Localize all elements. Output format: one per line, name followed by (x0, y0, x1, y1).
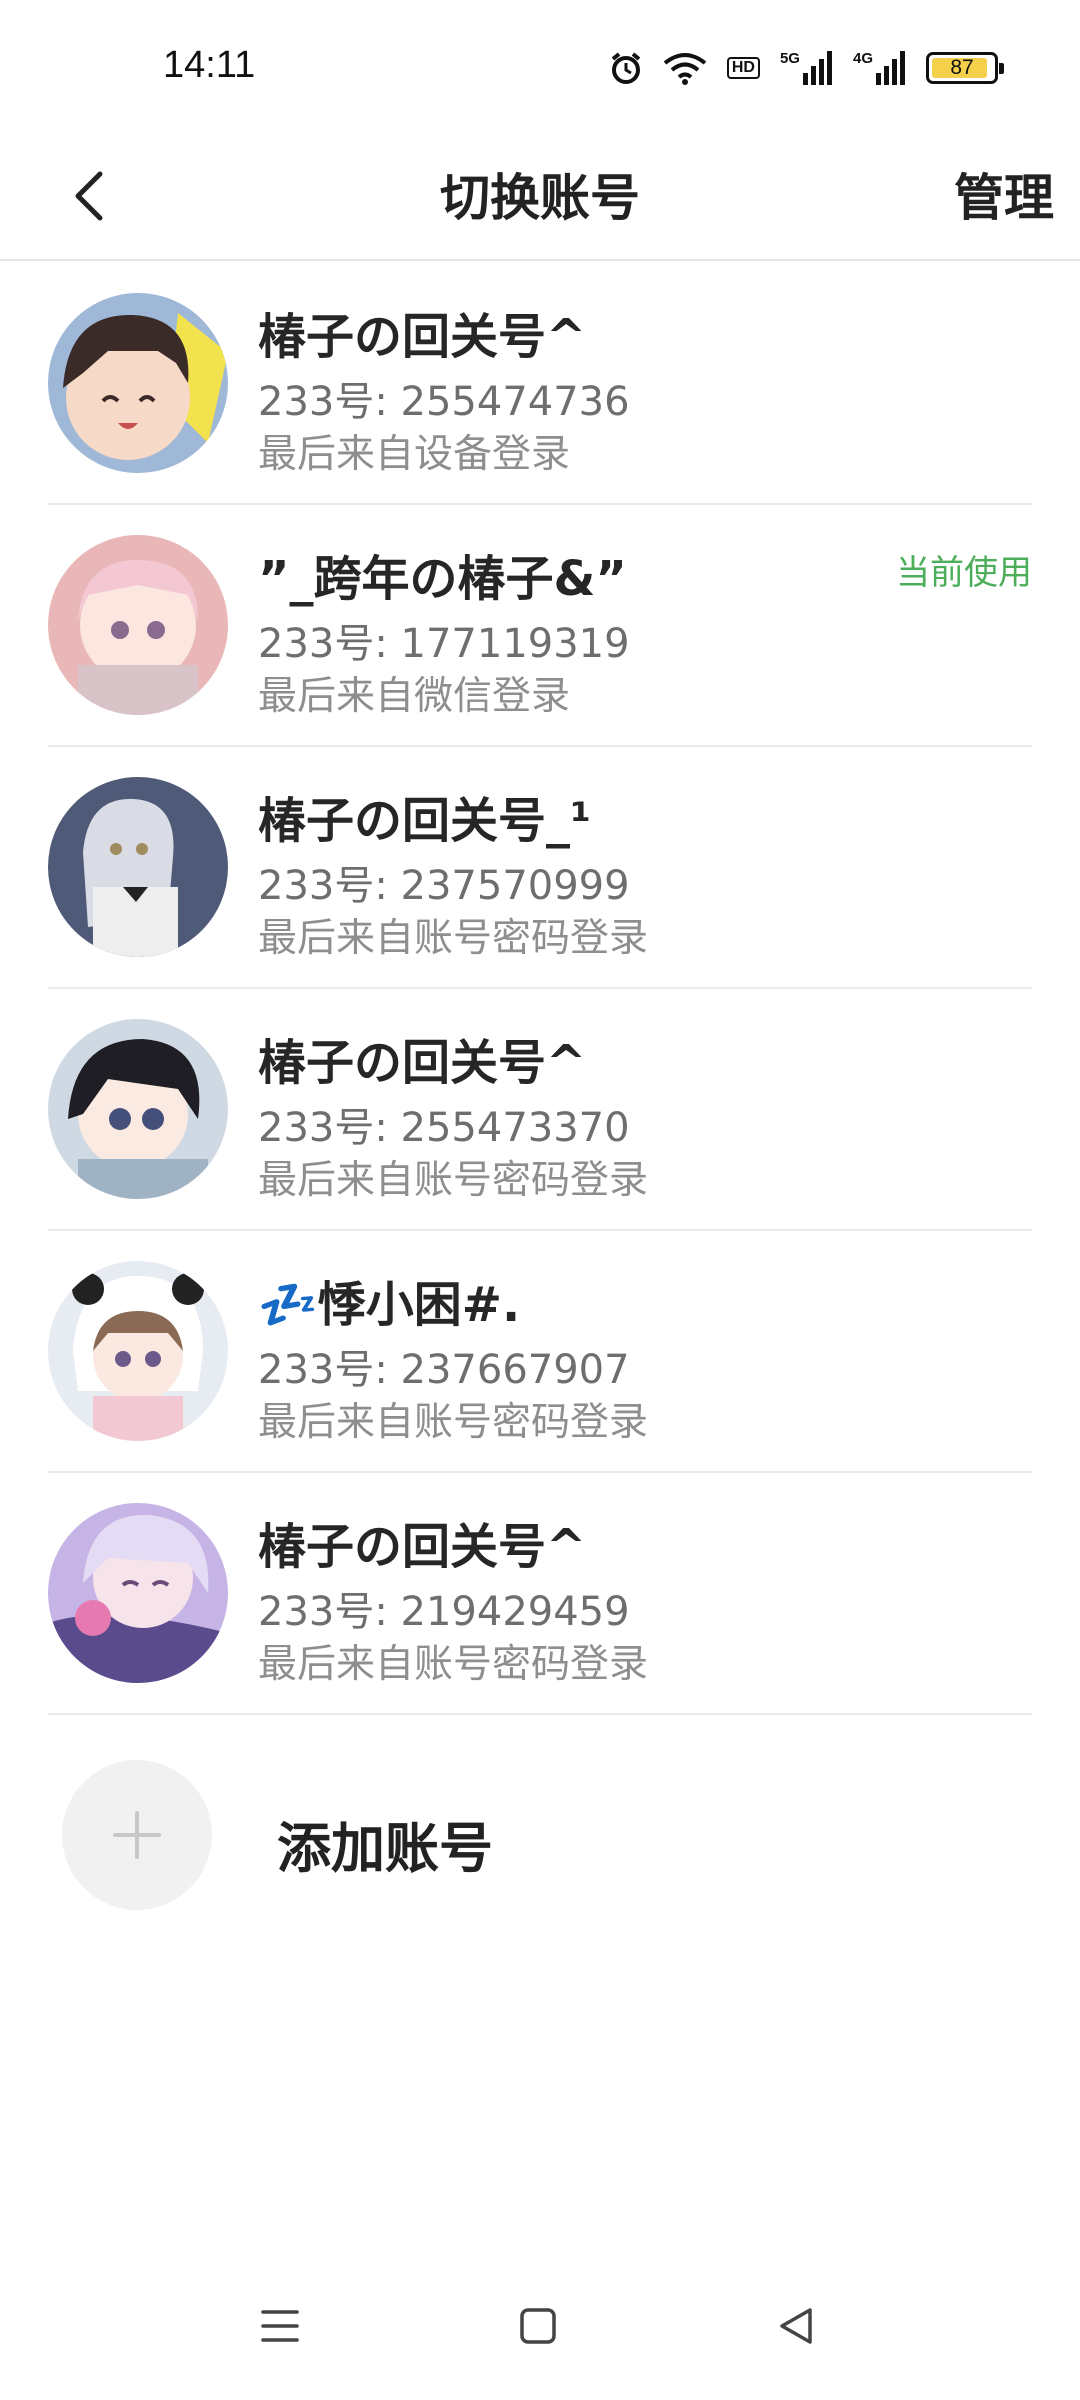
signal-bars-icon (876, 51, 905, 85)
avatar (48, 535, 228, 715)
add-account-circle (62, 1760, 212, 1910)
account-login-method: 最后来自账号密码登录 (258, 916, 649, 961)
triangle-back-icon (780, 2308, 812, 2344)
avatar (48, 1019, 228, 1199)
header: 切换账号 管理 (0, 130, 1080, 261)
battery-text: 87 (950, 56, 974, 79)
account-name: 椿子の回关号_¹ (258, 793, 592, 849)
manage-button[interactable]: 管理 (954, 158, 1054, 230)
account-id: 233号: 177119319 (258, 621, 630, 667)
account-login-method: 最后来自账号密码登录 (258, 1158, 649, 1203)
account-row[interactable]: 椿子の回关号^ 233号: 255474736 最后来自设备登录 (0, 263, 1080, 505)
account-list: 椿子の回关号^ 233号: 255474736 最后来自设备登录 ”_跨年の椿子… (0, 263, 1080, 1715)
hd-badge: HD (726, 57, 760, 79)
account-id: 233号: 237667907 (258, 1347, 630, 1393)
menu-icon (261, 2310, 299, 2342)
add-account-button[interactable]: 添加账号 (0, 1712, 1080, 1912)
status-time: 14:11 (163, 44, 256, 86)
status-bar: 14:11 HD 5G 4G 87 (0, 0, 1080, 130)
account-name: 椿子の回关号^ (258, 309, 587, 365)
network-label-5g: 5G (779, 50, 800, 67)
account-row[interactable]: 椿子の回关号^ 233号: 219429459 最后来自账号密码登录 (0, 1473, 1080, 1715)
account-name: 椿子の回关号^ (258, 1035, 587, 1091)
account-name: 💤悸小困#. (258, 1277, 521, 1333)
account-row[interactable]: 椿子の回关号_¹ 233号: 237570999 最后来自账号密码登录 (0, 747, 1080, 989)
add-account-label: 添加账号 (277, 1817, 493, 1880)
account-row[interactable]: 椿子の回关号^ 233号: 255473370 最后来自账号密码登录 (0, 989, 1080, 1231)
account-row[interactable]: 💤悸小困#. 233号: 237667907 最后来自账号密码登录 (0, 1231, 1080, 1473)
account-login-method: 最后来自账号密码登录 (258, 1642, 649, 1687)
avatar (48, 777, 228, 957)
nav-home-button[interactable] (498, 2286, 578, 2366)
account-row[interactable]: ”_跨年の椿子&” 233号: 177119319 最后来自微信登录 当前使用 (0, 505, 1080, 747)
alarm-icon (611, 52, 641, 84)
page-title: 切换账号 (440, 169, 640, 227)
account-login-method: 最后来自微信登录 (258, 674, 571, 719)
avatar (48, 1261, 228, 1441)
nav-menu-button[interactable] (240, 2286, 320, 2366)
signal-5g: 5G (780, 51, 833, 85)
plus-icon (113, 1811, 161, 1859)
account-name: 椿子の回关号^ (258, 1519, 587, 1575)
account-login-method: 最后来自设备登录 (258, 432, 571, 477)
battery-icon: 87 (926, 52, 1004, 84)
account-id: 233号: 255474736 (258, 379, 630, 425)
account-login-method: 最后来自账号密码登录 (258, 1400, 649, 1445)
signal-bars-icon (802, 51, 832, 85)
account-id: 233号: 219429459 (258, 1589, 630, 1635)
home-square-icon (520, 2308, 556, 2344)
account-id: 233号: 255473370 (258, 1105, 630, 1151)
nav-back-button[interactable] (756, 2286, 836, 2366)
status-icons: HD 5G 4G 87 (609, 46, 1004, 90)
current-account-badge: 当前使用 (896, 553, 1032, 593)
system-nav-bar (0, 2260, 1080, 2400)
avatar (48, 293, 228, 473)
account-id: 233号: 237570999 (258, 863, 630, 909)
account-name: ”_跨年の椿子&” (258, 551, 627, 607)
signal-4g: 4G (853, 51, 906, 85)
avatar (48, 1503, 228, 1683)
network-label-4g: 4G (852, 50, 873, 67)
wifi-icon (663, 53, 707, 85)
